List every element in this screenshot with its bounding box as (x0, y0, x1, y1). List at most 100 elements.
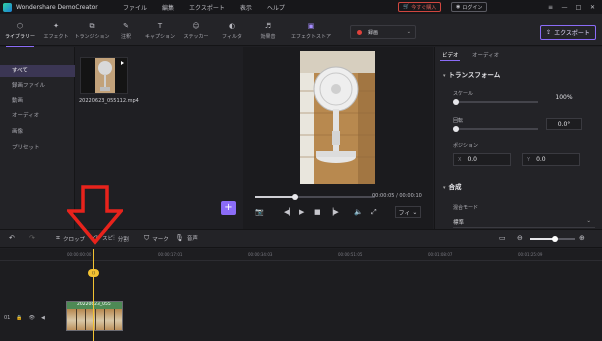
user-icon: ◉ (456, 4, 461, 10)
position-x-field[interactable]: X 0.0 (453, 153, 511, 166)
menu-view[interactable]: 表示 (240, 3, 252, 12)
scale-slider[interactable] (453, 99, 538, 105)
menu-file[interactable]: ファイル (123, 3, 147, 12)
app-title: Wondershare DemoCreator (16, 3, 98, 11)
fit-dropdown[interactable]: フィ ⌄ (395, 206, 421, 218)
sidebar-item-presets[interactable]: プリセット (0, 142, 75, 154)
blend-mode-value: 標準 (453, 220, 465, 226)
clip-name: 20220623_055 (67, 302, 122, 309)
tab-caption[interactable]: T キャプション (140, 22, 180, 40)
time-current: 00:00:05 (372, 193, 395, 199)
record-icon (357, 29, 362, 35)
play-icon[interactable]: ▶ (299, 208, 304, 216)
buy-now-label: 今すぐ購入 (411, 4, 437, 11)
rotate-value[interactable]: 0.0° (546, 118, 582, 130)
tab-audio[interactable]: オーディオ (472, 51, 499, 59)
login-button[interactable]: ◉ ログイン (451, 2, 488, 12)
sound-effect-icon: ♬ (264, 22, 272, 30)
fit-timeline-icon[interactable]: ▭ (499, 234, 506, 242)
fullscreen-icon[interactable]: ⤢ (371, 208, 377, 217)
stop-icon[interactable]: ■ (314, 208, 321, 216)
media-file-name: 20220623_055112.mp4 (79, 98, 139, 104)
close-icon[interactable]: ✕ (587, 2, 598, 12)
playhead[interactable] (93, 249, 94, 341)
tab-sound-effect[interactable]: ♬ 効果音 (248, 22, 288, 40)
undo-icon[interactable]: ↶ (9, 234, 15, 242)
arrow-annotation-icon (67, 185, 123, 245)
zoom-slider-handle[interactable] (552, 236, 558, 242)
login-label: ログイン (462, 4, 483, 11)
tab-video[interactable]: ビデオ (440, 51, 460, 61)
menu-bar: ファイル 編集 エクスポート 表示 ヘルプ (123, 3, 285, 12)
chevron-down-icon: ⌄ (412, 208, 418, 216)
timeline-clip[interactable]: 20220623_055 (66, 301, 123, 331)
export-button[interactable]: ⇪ エクスポート (540, 25, 596, 40)
add-media-button[interactable]: + (221, 201, 236, 215)
buy-now-button[interactable]: 🛒 今すぐ購入 (398, 2, 442, 12)
position-x-value: 0.0 (467, 156, 477, 163)
zoom-in-icon[interactable]: ⊕ (579, 234, 585, 242)
redo-icon[interactable]: ↷ (29, 234, 35, 242)
time-separator: / (396, 193, 398, 199)
timeline[interactable]: 00:00:00:00 00:00:17:01 00:00:34:03 00:0… (0, 249, 602, 341)
library-sidebar: すべて 録画ファイル 動画 オーディオ 画像 プリセット (0, 47, 75, 229)
sidebar-item-videos[interactable]: 動画 (0, 95, 75, 107)
position-y-value: 0.0 (536, 156, 546, 163)
scale-value[interactable]: 100% (546, 91, 582, 103)
rotate-slider-handle[interactable] (453, 126, 459, 132)
menu-edit[interactable]: 編集 (162, 3, 174, 12)
tab-sticker-label: ステッカー (183, 34, 209, 40)
sidebar-item-all[interactable]: すべて (0, 65, 75, 77)
audio-button[interactable]: 🎙 音声 (175, 234, 198, 242)
chevron-down-icon: ⌄ (586, 218, 591, 224)
microphone-icon: 🎙 (175, 234, 184, 242)
step-back-icon[interactable]: ◀▏ (284, 208, 295, 216)
tab-effect-store[interactable]: ▣ エフェクトストア (291, 22, 331, 40)
playhead-marker-icon[interactable]: ⟨⟩ (88, 269, 99, 277)
marker-icon: ⛉ (144, 234, 150, 242)
eye-icon[interactable]: 👁 (29, 315, 35, 321)
snapshot-icon[interactable]: 📷 (255, 208, 264, 216)
menu-help[interactable]: ヘルプ (267, 3, 285, 12)
tab-sticker[interactable]: ☺ ステッカー (176, 22, 216, 40)
zoom-slider[interactable] (530, 236, 575, 242)
zoom-slider-fill (530, 238, 554, 240)
position-y-field[interactable]: Y 0.0 (522, 153, 580, 166)
maximize-icon[interactable]: □ (573, 2, 584, 12)
sidebar-item-recordings[interactable]: 録画ファイル (0, 80, 75, 92)
timeline-ruler[interactable]: 00:00:00:00 00:00:17:01 00:00:34:03 00:0… (0, 249, 602, 261)
annotation-icon: ✎ (123, 22, 129, 30)
blend-mode-dropdown[interactable]: 標準 ⌄ (453, 218, 595, 228)
menu-export[interactable]: エクスポート (189, 3, 225, 12)
zoom-out-icon[interactable]: ⊖ (517, 234, 523, 242)
volume-icon[interactable]: 🔈 (354, 208, 363, 216)
export-icon: ⇪ (546, 29, 552, 36)
menu-icon[interactable]: ≡ (545, 2, 556, 12)
scrubber-handle[interactable] (291, 194, 298, 200)
tab-filter[interactable]: ◐ フィルタ (212, 22, 252, 40)
rotate-label: 回転 (453, 118, 464, 124)
speaker-icon[interactable]: ◀ (41, 315, 45, 321)
minimize-icon[interactable]: — (559, 2, 570, 12)
record-dropdown[interactable]: 録画 ⌄ (350, 25, 416, 39)
preview-scrubber[interactable] (255, 194, 375, 200)
media-thumbnail[interactable] (80, 57, 128, 94)
sticker-icon: ☺ (192, 22, 200, 30)
scrubber-progress (255, 196, 295, 198)
lock-icon[interactable]: 🔒 (16, 315, 22, 321)
rotate-slider[interactable] (453, 126, 538, 132)
tab-effects-label: エフェクト (43, 34, 69, 40)
transform-section-title[interactable]: トランスフォーム (443, 69, 501, 79)
position-y-axis: Y (527, 156, 531, 163)
marker-button[interactable]: ⛉ マーク (144, 234, 169, 243)
scale-slider-handle[interactable] (453, 99, 459, 105)
step-forward-icon[interactable]: ▕▶ (328, 208, 339, 216)
tab-library[interactable]: ⬡ ライブラリー (0, 22, 40, 48)
composite-section-title[interactable]: 合成 (443, 181, 462, 191)
cart-icon: 🛒 (403, 4, 410, 10)
sidebar-item-audio[interactable]: オーディオ (0, 110, 75, 122)
sidebar-item-images[interactable]: 画像 (0, 126, 75, 138)
crop-icon: ⌗ (56, 234, 60, 242)
tab-effects[interactable]: ✦ エフェクト (36, 22, 76, 40)
tab-annotation-label: 注釈 (120, 34, 131, 40)
